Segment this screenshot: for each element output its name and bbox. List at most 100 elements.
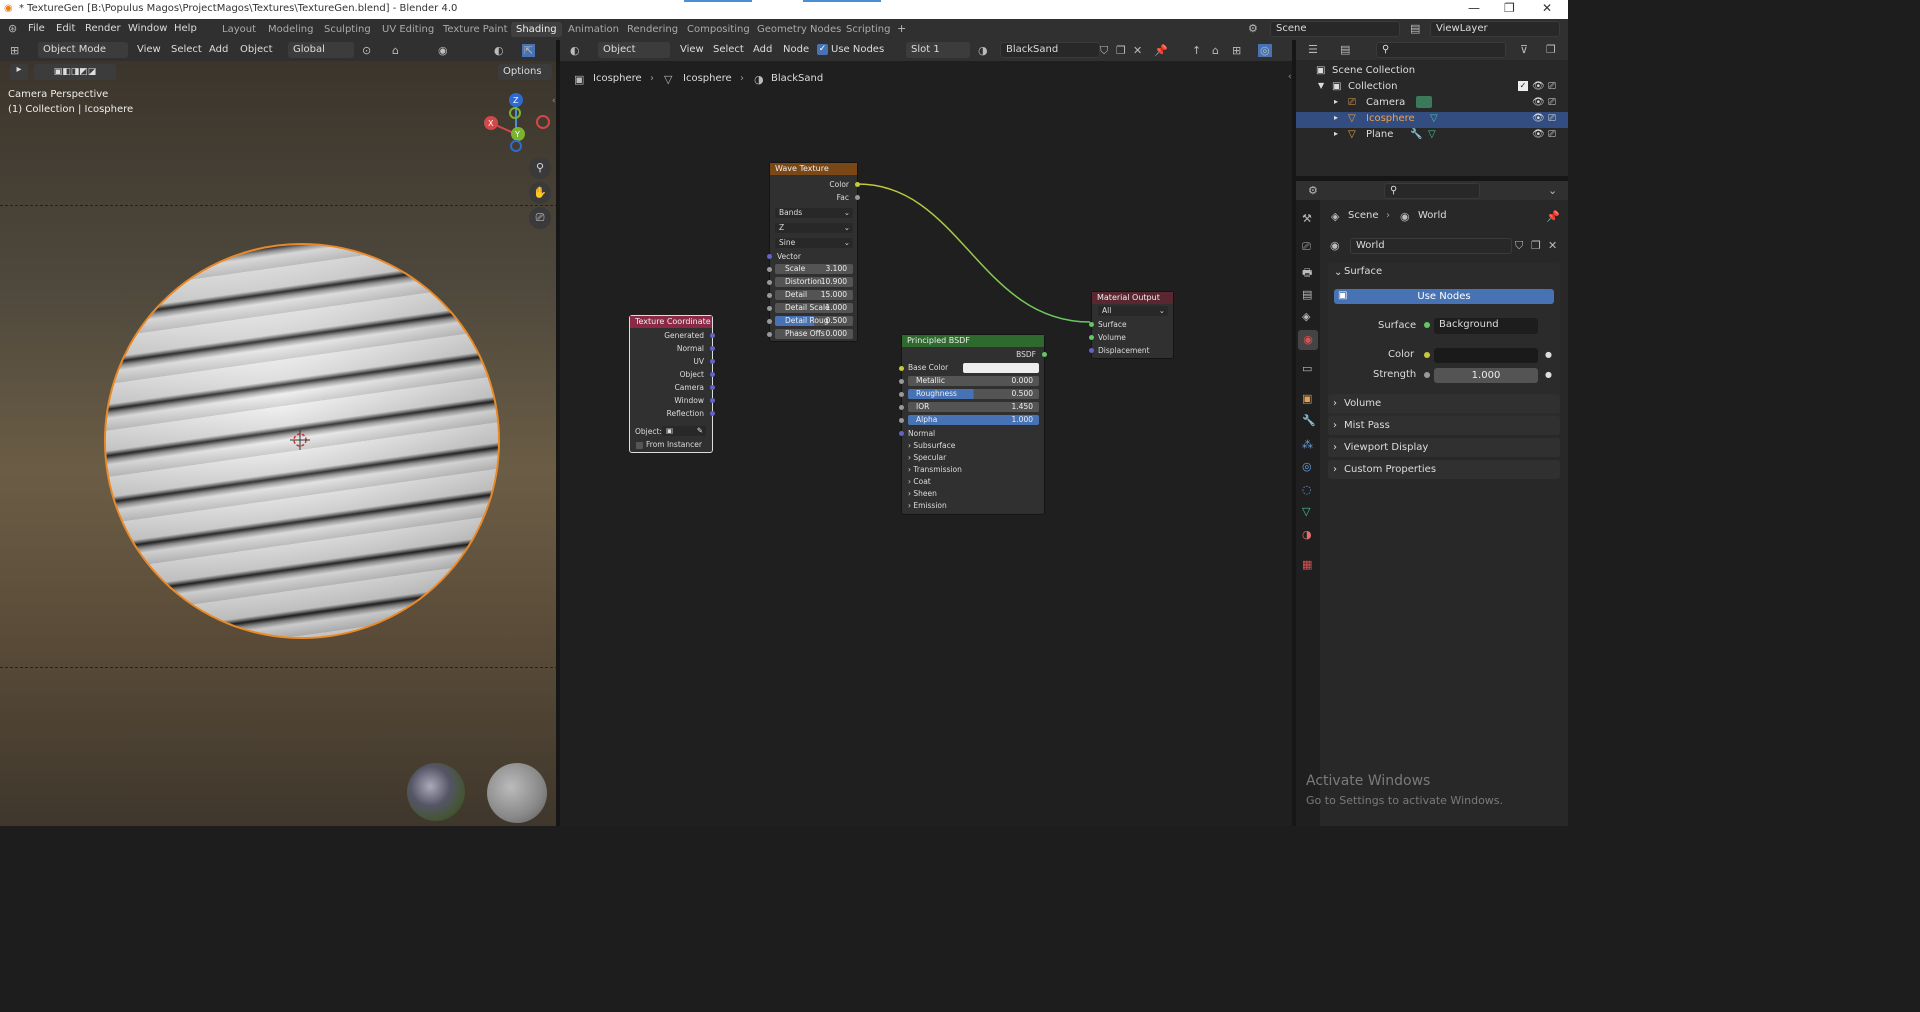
modifier-tab-icon[interactable]: 🔧 bbox=[1302, 414, 1316, 427]
node-menu-view[interactable]: View bbox=[680, 44, 704, 55]
view-layer-selector[interactable]: ViewLayer bbox=[1430, 21, 1560, 37]
zoom-icon[interactable]: ⚲ bbox=[529, 157, 551, 179]
texture-tab-icon[interactable]: ▦ bbox=[1302, 558, 1312, 571]
section-sheen[interactable]: › Sheen bbox=[908, 489, 937, 498]
constraints-tab-icon[interactable]: ◌ bbox=[1302, 483, 1312, 496]
texture-coordinate-node[interactable]: Texture Coordinate Generated Normal UV O… bbox=[629, 315, 715, 453]
material-preview-ball[interactable] bbox=[487, 763, 547, 823]
display-mode-icon[interactable]: ▤ bbox=[1340, 43, 1350, 56]
tab-shading[interactable]: Shading bbox=[511, 22, 562, 37]
scene-collection-label[interactable]: Scene Collection bbox=[1332, 65, 1415, 76]
material-tab-icon[interactable]: ◑ bbox=[1302, 528, 1312, 541]
bands-direction-dropdown[interactable]: Z ⌄ bbox=[775, 223, 853, 233]
input-displacement-socket[interactable] bbox=[1089, 348, 1094, 353]
distortion-field[interactable]: Distortion 10.900 bbox=[775, 277, 853, 287]
eye-icon[interactable]: 👁 bbox=[1532, 113, 1545, 124]
detail-roughness-field[interactable]: Detail Roug 0.500 bbox=[775, 316, 853, 326]
collection-tab-icon[interactable]: ▭ bbox=[1302, 362, 1312, 375]
input-scale-socket[interactable] bbox=[767, 267, 772, 272]
pin-icon[interactable]: 📌 bbox=[1546, 210, 1560, 223]
ior-field[interactable]: IOR 1.450 bbox=[908, 402, 1039, 412]
outliner-search-input[interactable]: ⚲ bbox=[1376, 42, 1506, 58]
output-socket[interactable] bbox=[710, 346, 715, 351]
wave-texture-node[interactable]: Wave Texture Color Fac Bands ⌄ Z ⌄ Sine ⌄ V… bbox=[767, 162, 860, 342]
outliner-item-icosphere[interactable]: Icosphere bbox=[1366, 113, 1415, 124]
material-name-field[interactable]: BlackSand bbox=[1000, 42, 1100, 58]
editor-type-icon[interactable]: ⊞ bbox=[10, 44, 19, 57]
options-button[interactable]: Options bbox=[498, 64, 552, 80]
render-tab-icon[interactable]: ⎚ bbox=[1302, 240, 1311, 254]
camera-render-icon[interactable]: ⎚ bbox=[1548, 97, 1556, 108]
particles-tab-icon[interactable]: ⁂ bbox=[1302, 438, 1313, 451]
tab-uv-editing[interactable]: UV Editing bbox=[377, 22, 439, 37]
roughness-field[interactable]: Roughness 0.500 bbox=[908, 389, 1039, 399]
menu-help[interactable]: Help bbox=[174, 23, 197, 34]
camera-view-icon[interactable]: ⎚ bbox=[529, 207, 551, 229]
detail-scale-field[interactable]: Detail Scale 1.000 bbox=[775, 303, 853, 313]
custom-properties-panel[interactable]: › Custom Properties bbox=[1328, 460, 1560, 479]
gizmo-toggle-icon[interactable]: ⇱ bbox=[522, 44, 536, 57]
unlink-icon[interactable]: ✕ bbox=[1548, 239, 1557, 252]
viewport-display-panel[interactable]: › Viewport Display bbox=[1328, 438, 1560, 457]
wave-profile-dropdown[interactable]: Sine ⌄ bbox=[775, 238, 853, 248]
metallic-field[interactable]: Metallic 0.000 bbox=[908, 376, 1039, 386]
keyframe-dot-icon[interactable]: ● bbox=[1545, 350, 1552, 359]
chevron-down-icon[interactable]: ⌄ bbox=[1334, 267, 1342, 278]
wave-type-dropdown[interactable]: Bands ⌄ bbox=[775, 208, 853, 218]
output-color-socket[interactable] bbox=[855, 182, 860, 187]
snap-icon[interactable]: ⌂ bbox=[1212, 44, 1219, 57]
input-volume-socket[interactable] bbox=[1089, 335, 1094, 340]
input-distortion-socket[interactable] bbox=[767, 280, 772, 285]
select-tool-icon[interactable]: ▸ bbox=[10, 64, 28, 80]
new-collection-icon[interactable]: ❐ bbox=[1546, 43, 1556, 56]
use-nodes-checkbox[interactable]: ✓ bbox=[817, 44, 828, 55]
base-color-swatch[interactable] bbox=[963, 363, 1039, 373]
tab-scripting[interactable]: Scripting bbox=[841, 22, 895, 37]
output-tab-icon[interactable]: 🖶 bbox=[1302, 264, 1312, 283]
node-menu-node[interactable]: Node bbox=[783, 44, 809, 55]
output-socket[interactable] bbox=[710, 411, 715, 416]
viewport-menu-select[interactable]: Select bbox=[171, 44, 202, 55]
input-ior-socket[interactable] bbox=[899, 405, 904, 410]
menu-window[interactable]: Window bbox=[128, 23, 167, 34]
unlink-icon[interactable]: ✕ bbox=[1133, 44, 1142, 57]
tab-compositing[interactable]: Compositing bbox=[682, 22, 755, 37]
input-detail-scale-socket[interactable] bbox=[767, 306, 772, 311]
strength-field[interactable]: 1.000 bbox=[1434, 368, 1538, 383]
section-specular[interactable]: › Specular bbox=[908, 453, 946, 462]
grid-snap-icon[interactable]: ⊞ bbox=[1232, 44, 1241, 57]
collapse-arrow-icon[interactable]: ‹ bbox=[552, 96, 556, 106]
editor-type-icon[interactable]: ◐ bbox=[570, 44, 580, 57]
proportional-edit-icon[interactable]: ◉ bbox=[438, 44, 448, 57]
navigation-gizmo[interactable]: Z X Y bbox=[480, 90, 552, 160]
object-picker[interactable]: ▣ ✎ bbox=[662, 426, 706, 436]
keyframe-dot-icon[interactable]: ● bbox=[1545, 370, 1552, 379]
surface-panel-title[interactable]: Surface bbox=[1344, 266, 1382, 277]
input-surface-socket[interactable] bbox=[1089, 322, 1094, 327]
overlays-icon[interactable]: ◎ bbox=[1258, 44, 1272, 57]
scene-tab-icon[interactable]: ◈ bbox=[1302, 310, 1310, 323]
output-socket[interactable] bbox=[710, 398, 715, 403]
camera-data-icon[interactable] bbox=[1416, 96, 1432, 108]
output-socket[interactable] bbox=[710, 333, 715, 338]
tool-tab-icon[interactable]: ⚒ bbox=[1302, 212, 1312, 225]
input-normal-socket[interactable] bbox=[899, 431, 904, 436]
node-header[interactable]: Principled BSDF bbox=[902, 335, 1044, 347]
pivot-icon[interactable]: ⊙ bbox=[362, 44, 371, 57]
tab-modeling[interactable]: Modeling bbox=[263, 22, 319, 37]
node-header[interactable]: Wave Texture bbox=[770, 163, 857, 175]
section-subsurface[interactable]: › Subsurface bbox=[908, 441, 955, 450]
input-vector-socket[interactable] bbox=[767, 254, 772, 259]
duplicate-icon[interactable]: ❐ bbox=[1531, 239, 1541, 252]
physics-tab-icon[interactable]: ◎ bbox=[1302, 460, 1312, 473]
expand-arrow-icon[interactable]: ▸ bbox=[1334, 129, 1338, 138]
camera-render-icon[interactable]: ⎚ bbox=[1548, 81, 1556, 92]
world-tab-icon[interactable]: ◉ bbox=[1298, 330, 1318, 350]
fake-user-icon[interactable]: ⛉ bbox=[1515, 239, 1523, 253]
modifier-wrench-icon[interactable]: 🔧 bbox=[1410, 129, 1422, 140]
add-workspace-icon[interactable]: + bbox=[897, 22, 906, 35]
from-instancer-checkbox[interactable] bbox=[636, 442, 643, 449]
minimize-button[interactable]: — bbox=[1468, 1, 1480, 15]
mode-selector[interactable]: Object Mode bbox=[38, 42, 128, 58]
output-socket[interactable] bbox=[710, 385, 715, 390]
